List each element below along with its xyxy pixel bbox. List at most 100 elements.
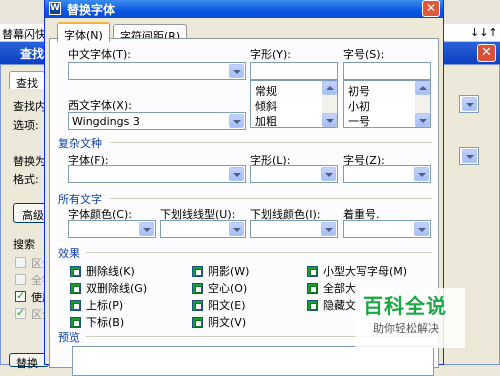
- western-font-dropdown[interactable]: Wingdings 3: [68, 112, 246, 130]
- list-item[interactable]: 加粗: [255, 113, 277, 129]
- emboss-checkbox[interactable]: 阳文(E): [192, 297, 246, 313]
- size-label: 字号(S):: [343, 48, 385, 61]
- chevron-down-icon: [321, 222, 336, 236]
- background-option-checkbox-1[interactable]: [15, 257, 26, 268]
- size-input[interactable]: [343, 62, 431, 80]
- complex-font-dropdown[interactable]: [68, 165, 246, 183]
- subscript-checkbox[interactable]: 下标(B): [70, 314, 124, 330]
- list-item[interactable]: 一号: [348, 113, 370, 129]
- underline-type-dropdown[interactable]: [160, 220, 246, 238]
- background-replace-label: 替换为: [13, 155, 46, 168]
- chevron-down-icon: [229, 167, 244, 181]
- shadow-checkbox[interactable]: 阴影(W): [192, 263, 249, 279]
- checkbox-icon: [192, 316, 203, 328]
- all-caps-checkbox[interactable]: 全部大: [307, 280, 356, 296]
- background-find-dropdown[interactable]: [459, 95, 479, 113]
- dialog-title: 替换字体: [67, 3, 116, 17]
- section-divider: [110, 198, 432, 199]
- all-text-section-title: 所有文字: [58, 193, 102, 206]
- emphasis-dropdown[interactable]: [343, 220, 431, 238]
- complex-style-dropdown[interactable]: [250, 165, 338, 183]
- background-option-checkbox-3[interactable]: [15, 289, 26, 302]
- chinese-font-dropdown[interactable]: [68, 62, 246, 80]
- chevron-down-icon: [139, 222, 154, 236]
- style-label: 字形(Y):: [250, 48, 292, 61]
- background-close-button[interactable]: ✕: [477, 44, 496, 62]
- chevron-down-icon: [229, 222, 244, 236]
- underline-color-dropdown[interactable]: [250, 220, 338, 238]
- list-item[interactable]: 倾斜: [255, 98, 277, 114]
- checkbox-icon: [192, 265, 203, 277]
- emboss-label: 阳文(E): [208, 299, 246, 312]
- background-advanced-label: 高级: [22, 209, 44, 222]
- outline-checkbox[interactable]: 空心(O): [192, 280, 247, 296]
- background-replace-dropdown[interactable]: [459, 147, 479, 165]
- scroll-down-icon[interactable]: [415, 113, 430, 127]
- western-font-label: 西文字体(X):: [68, 99, 132, 112]
- checkbox-icon: [70, 265, 81, 277]
- scroll-up-icon[interactable]: [322, 81, 337, 95]
- size-list[interactable]: 初号 小初 一号: [343, 80, 431, 128]
- chevron-down-icon: [229, 64, 244, 78]
- scroll-up-icon[interactable]: [415, 81, 430, 95]
- style-input[interactable]: [250, 62, 338, 80]
- background-search-label: 搜索: [13, 238, 35, 251]
- chevron-down-icon: [462, 97, 477, 111]
- double-strikethrough-checkbox[interactable]: 双删除线(G): [70, 280, 147, 296]
- dialog-titlebar: W 替换字体 ✕: [45, 0, 443, 18]
- background-replace-button-label: 替换: [16, 357, 38, 370]
- tab-font-label: 字体(N): [64, 29, 103, 42]
- style-list[interactable]: 常规 倾斜 加粗: [250, 80, 338, 128]
- background-format-label: 格式:: [13, 173, 39, 186]
- hidden-text-checkbox[interactable]: 隐藏文: [307, 297, 356, 313]
- checkbox-icon: [192, 299, 203, 311]
- watermark-subtitle: 助你轻松解决: [373, 322, 439, 335]
- strikethrough-label: 删除线(K): [86, 265, 135, 278]
- preview-section-title: 预览: [58, 331, 80, 344]
- chevron-down-icon: [414, 167, 429, 181]
- scroll-down-icon[interactable]: [322, 113, 337, 127]
- background-window-title: 查找: [20, 47, 45, 61]
- section-divider: [86, 252, 432, 253]
- list-item[interactable]: 小初: [348, 98, 370, 114]
- font-color-dropdown[interactable]: [68, 220, 156, 238]
- list-item[interactable]: 常规: [255, 83, 277, 99]
- style-list-scrollbar[interactable]: [322, 81, 337, 127]
- checkbox-icon: [307, 265, 318, 277]
- complex-section-title: 复杂文种: [58, 137, 102, 150]
- hidden-text-label: 隐藏文: [323, 299, 356, 312]
- chevron-down-icon: [229, 114, 244, 128]
- preview-box: [72, 346, 434, 376]
- western-font-value: Wingdings 3: [72, 115, 140, 128]
- close-button[interactable]: ✕: [422, 0, 440, 17]
- checkbox-icon: [70, 316, 81, 328]
- watermark-logo: 百科全说 助你轻松解决: [355, 288, 465, 348]
- size-list-scrollbar[interactable]: [415, 81, 430, 127]
- complex-size-dropdown[interactable]: [343, 165, 431, 183]
- background-find-label: 查找内: [13, 100, 46, 113]
- background-tab-find[interactable]: 查找: [9, 71, 45, 90]
- tab-font[interactable]: 字体(N): [57, 22, 110, 42]
- all-caps-label: 全部大: [323, 282, 356, 295]
- watermark-title: 百科全说: [363, 294, 447, 318]
- engrave-label: 阴文(V): [208, 316, 247, 329]
- double-strikethrough-label: 双删除线(G): [86, 282, 148, 295]
- strikethrough-checkbox[interactable]: 删除线(K): [70, 263, 135, 279]
- app-logo-icon: W: [49, 2, 61, 15]
- shadow-label: 阴影(W): [208, 265, 250, 278]
- background-toolbar-marks: ↓↓↑: [470, 26, 498, 39]
- effects-section-title: 效果: [58, 247, 80, 260]
- background-toolbar-text: 替幕闪快: [2, 28, 46, 41]
- background-options-label: 选项:: [13, 119, 39, 132]
- list-item[interactable]: 初号: [348, 83, 370, 99]
- background-tab-find-label: 查找: [16, 77, 38, 90]
- small-caps-checkbox[interactable]: 小型大写字母(M): [307, 263, 407, 279]
- checkbox-icon: [307, 299, 318, 311]
- checkbox-icon: [70, 299, 81, 311]
- background-option-checkbox-4[interactable]: [15, 306, 26, 319]
- section-divider: [110, 142, 432, 143]
- background-option-checkbox-2[interactable]: [15, 274, 26, 285]
- superscript-checkbox[interactable]: 上标(P): [70, 297, 123, 313]
- small-caps-label: 小型大写字母(M): [323, 265, 408, 278]
- engrave-checkbox[interactable]: 阴文(V): [192, 314, 246, 330]
